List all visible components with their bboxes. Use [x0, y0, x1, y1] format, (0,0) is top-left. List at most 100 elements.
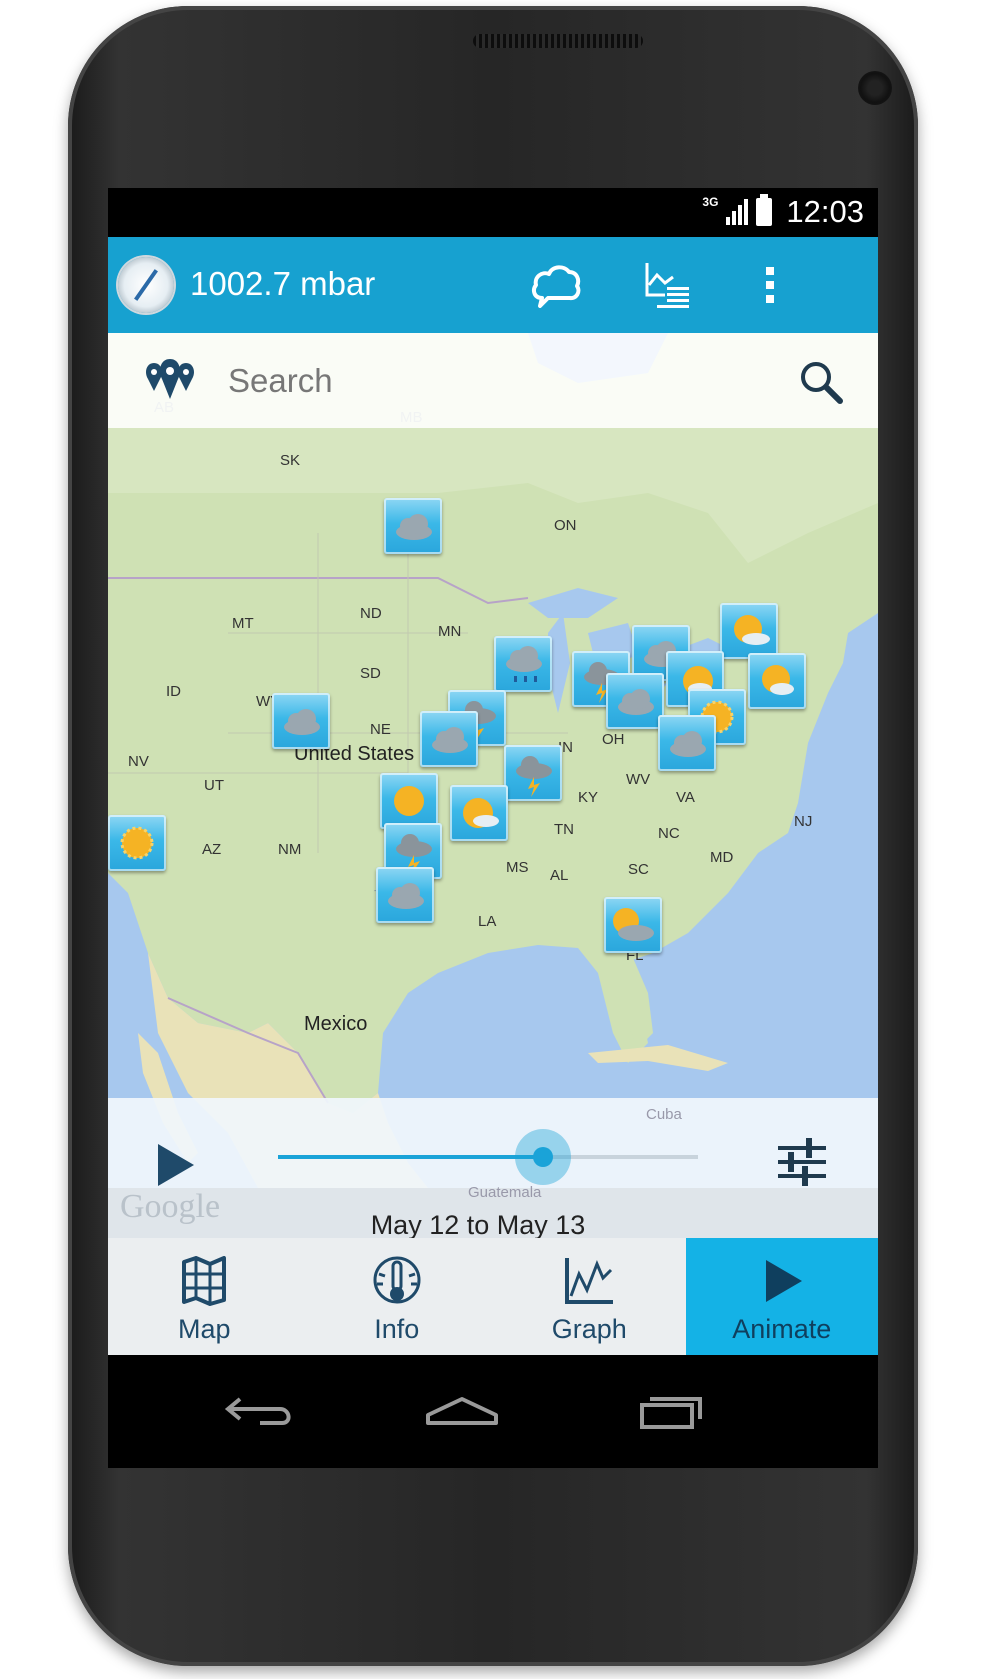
map-label-nj: NJ [794, 813, 813, 830]
location-pins-icon[interactable] [142, 359, 198, 405]
weather-marker-cloudy[interactable] [376, 867, 434, 923]
overflow-menu-button[interactable] [740, 257, 800, 313]
map-label-cuba: Cuba [646, 1106, 682, 1123]
bottom-navigation: Map Info Graph Animate [108, 1238, 878, 1355]
map-label-va: VA [676, 789, 695, 806]
storm-icon [516, 756, 552, 797]
weather-marker-rain[interactable] [494, 636, 552, 692]
weather-marker-partly-sunny[interactable] [604, 897, 662, 953]
map-label-guatemala: Guatemala [468, 1184, 542, 1201]
map-land [108, 333, 878, 1188]
battery-icon [756, 194, 773, 226]
weather-marker-cloudy[interactable] [658, 715, 716, 771]
nav-tab-map[interactable]: Map [108, 1238, 301, 1355]
system-navigation-bar [108, 1355, 878, 1468]
map-label-mexico: Mexico [304, 1013, 368, 1035]
cloud-icon [670, 731, 706, 757]
weather-marker-partly-sunny[interactable] [450, 785, 508, 841]
chart-list-button[interactable] [638, 257, 698, 313]
search-bar [108, 333, 878, 428]
map-label-mt: MT [232, 615, 254, 632]
cloud-icon [284, 709, 320, 735]
barometer-icon[interactable] [118, 257, 174, 313]
map-label-ky: KY [578, 789, 599, 806]
map-label-ne: NE [370, 721, 391, 738]
map-label-nm: NM [278, 841, 302, 858]
overflow-menu-icon [766, 267, 774, 303]
map-label-nc: NC [658, 825, 680, 842]
network-type: 3G [702, 195, 719, 209]
date-range-label: May 12 to May 13 [370, 1210, 586, 1240]
screen: 3G 12:03 1002.7 mbar SK ON MT ND MN SD I… [108, 188, 878, 1468]
cloud-icon [618, 689, 654, 715]
weather-marker-cloudy[interactable] [272, 693, 330, 749]
signal-icon [726, 199, 749, 225]
sliders-settings-icon[interactable] [776, 1136, 828, 1188]
nav-tab-animate-label: Animate [732, 1314, 832, 1344]
rain-cloud-icon [506, 646, 542, 682]
map-icon [182, 1256, 227, 1306]
map-label-az: AZ [202, 841, 222, 858]
weather-marker-storm[interactable] [504, 745, 562, 801]
map-label-nv: NV [128, 753, 149, 770]
map-label-wv: WV [626, 771, 651, 788]
weather-marker-cloudy[interactable] [606, 673, 664, 729]
map-label-mn: MN [438, 623, 462, 640]
nav-tab-graph-label: Graph [551, 1314, 627, 1344]
weather-marker-cloudy[interactable] [420, 711, 478, 767]
chat-cloud-button[interactable] [526, 257, 586, 313]
recent-apps-icon[interactable] [634, 1385, 714, 1435]
map-label-tn: TN [554, 821, 574, 838]
home-icon[interactable] [422, 1385, 502, 1435]
map-label-sc: SC [628, 861, 649, 878]
weather-marker-partly-sunny[interactable] [720, 603, 778, 659]
play-icon [765, 1260, 802, 1302]
slider-fill [278, 1155, 543, 1159]
status-bar: 3G 12:03 [108, 188, 878, 237]
partly-sunny-icon [762, 665, 794, 695]
clock: 12:03 [786, 194, 864, 229]
map-label-sk: SK [280, 452, 301, 469]
weather-marker-sunny[interactable] [380, 773, 438, 829]
pressure-reading: 1002.7 mbar [190, 265, 376, 302]
map-label-ms: MS [506, 859, 529, 876]
map-label-id: ID [166, 683, 181, 700]
animation-panel: Cuba Guatemala Google May 12 to May 13 [108, 1098, 878, 1240]
sun-icon [394, 786, 424, 816]
back-icon[interactable] [220, 1385, 300, 1435]
partly-sunny-icon [613, 908, 654, 941]
map-label-on: ON [554, 517, 577, 534]
cloud-icon [432, 727, 468, 753]
cloud-icon [388, 883, 424, 909]
search-input[interactable] [226, 353, 710, 409]
map-label-nd: ND [360, 605, 382, 622]
sun-icon [120, 826, 154, 860]
search-icon[interactable] [798, 359, 844, 405]
map-label-md: MD [710, 849, 734, 866]
action-bar: 1002.7 mbar [108, 237, 878, 333]
weather-marker-cloudy[interactable] [384, 498, 442, 554]
nav-tab-info-label: Info [374, 1314, 420, 1344]
map-label-oh: OH [602, 731, 625, 748]
play-button[interactable] [148, 1138, 202, 1192]
nav-tab-animate[interactable]: Animate [685, 1238, 878, 1355]
nav-tab-info[interactable]: Info [301, 1238, 494, 1355]
earpiece-speaker [473, 34, 643, 48]
map-view[interactable]: AB MB SK ON MT ND MN SD ID WY NE United … [108, 333, 878, 1188]
slider-thumb[interactable] [514, 1129, 571, 1185]
graph-icon [565, 1258, 614, 1304]
map-label-sd: SD [360, 665, 381, 682]
weather-marker-sunny[interactable] [748, 653, 806, 709]
partly-sunny-icon [734, 615, 770, 645]
map-label-la: LA [478, 913, 497, 930]
weather-marker-sunny[interactable] [108, 815, 166, 871]
chart-list-icon [645, 263, 689, 308]
thermometer-gauge-icon [373, 1256, 421, 1304]
nav-tab-graph[interactable]: Graph [493, 1238, 686, 1355]
time-slider[interactable] [278, 1129, 698, 1185]
cloud-icon [396, 514, 432, 540]
map-label-ut: UT [204, 777, 224, 794]
chat-cloud-icon [532, 265, 581, 308]
front-camera [858, 71, 892, 105]
map-label-al: AL [550, 867, 569, 884]
